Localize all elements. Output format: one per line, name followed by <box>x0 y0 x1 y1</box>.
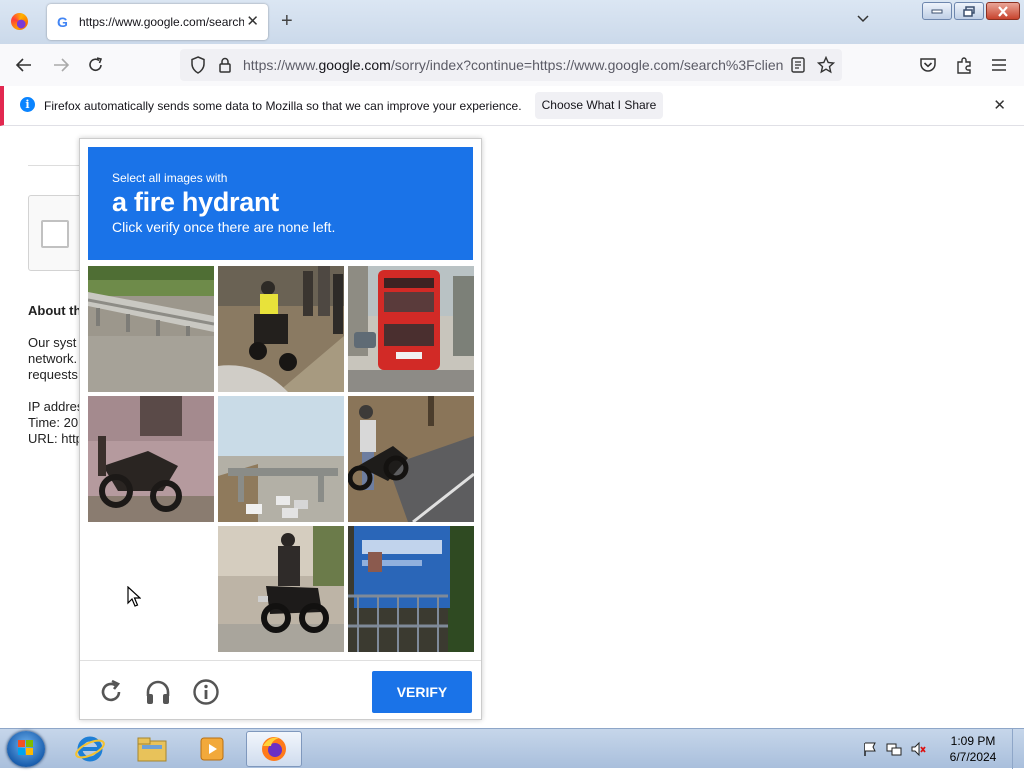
windows-taskbar: 1:09 PM 6/7/2024 <box>0 728 1024 769</box>
body-line: Our syst <box>28 335 77 350</box>
notification-text: Firefox automatically sends some data to… <box>44 99 522 113</box>
navigation-toolbar: https://www.google.com/sorry/index?conti… <box>0 44 1024 86</box>
google-favicon-icon: G <box>57 14 68 30</box>
data-collection-notification: i Firefox automatically sends some data … <box>0 86 1024 126</box>
reload-icon[interactable] <box>86 55 106 75</box>
challenge-target: a fire hydrant <box>112 187 279 217</box>
close-notification-icon[interactable]: ✕ <box>993 96 1006 114</box>
tile-motorcycle-wall[interactable] <box>88 396 214 522</box>
clock-time: 1:09 PM <box>950 734 996 748</box>
tracking-shield-icon[interactable] <box>188 55 208 75</box>
restore-icon[interactable] <box>954 2 984 20</box>
instruction-sub: Click verify once there are none left. <box>112 219 336 235</box>
tile-empty[interactable] <box>88 526 214 652</box>
challenge-footer: VERIFY <box>80 660 481 720</box>
network-icon[interactable] <box>886 741 902 757</box>
choose-what-i-share-button[interactable]: Choose What I Share <box>535 92 663 119</box>
close-window-icon[interactable] <box>986 2 1020 20</box>
file-explorer-icon[interactable] <box>124 731 180 767</box>
system-clock[interactable]: 1:09 PM 6/7/2024 <box>940 733 1006 765</box>
url-line: URL: http <box>28 431 83 446</box>
verify-button[interactable]: VERIFY <box>372 671 472 713</box>
time-line: Time: 20 <box>28 415 79 430</box>
tile-highway-overpass[interactable] <box>218 396 344 522</box>
tile-guardrail-road[interactable] <box>88 266 214 392</box>
instruction-small: Select all images with <box>112 171 228 185</box>
recaptcha-challenge-popup: Select all images with a fire hydrant Cl… <box>79 138 482 720</box>
tile-blue-sign[interactable] <box>348 526 474 652</box>
action-center-flag-icon[interactable] <box>862 741 878 757</box>
back-icon[interactable] <box>14 55 34 75</box>
window-controls <box>922 2 1020 20</box>
challenge-instructions: Select all images with a fire hydrant Cl… <box>88 147 473 260</box>
clock-date: 6/7/2024 <box>949 750 997 764</box>
internet-explorer-icon[interactable] <box>62 731 118 767</box>
forward-icon[interactable] <box>51 55 71 75</box>
help-info-icon[interactable] <box>192 678 220 706</box>
tab-list-chevron-icon[interactable] <box>856 12 870 26</box>
mouse-cursor-icon <box>127 586 141 607</box>
tab-title: https://www.google.com/search <box>79 15 244 29</box>
volume-muted-icon[interactable] <box>910 741 926 757</box>
about-heading: About th <box>28 303 82 318</box>
tile-motorcycle-riders[interactable] <box>218 266 344 392</box>
tile-person-motorcycle[interactable] <box>348 396 474 522</box>
tile-motorcycle-rider-street[interactable] <box>218 526 344 652</box>
tab-google-search[interactable]: G https://www.google.com/search ✕ <box>47 4 268 40</box>
url-bar[interactable]: https://www.google.com/sorry/index?conti… <box>180 49 842 81</box>
body-line: network. <box>28 351 78 366</box>
recaptcha-checkbox[interactable] <box>41 220 69 248</box>
extensions-icon[interactable] <box>954 55 974 75</box>
new-tab-icon[interactable]: + <box>281 10 293 32</box>
audio-challenge-headphones-icon[interactable] <box>144 678 172 706</box>
bookmark-star-icon[interactable] <box>816 55 836 75</box>
lock-icon[interactable] <box>215 55 235 75</box>
firefox-taskbar-button[interactable] <box>246 731 302 767</box>
url-text[interactable]: https://www.google.com/sorry/index?conti… <box>243 57 783 73</box>
reader-view-icon[interactable] <box>788 55 808 75</box>
system-tray <box>862 741 926 757</box>
tab-bar: G https://www.google.com/search ✕ + <box>0 0 1024 44</box>
reload-challenge-icon[interactable] <box>97 678 125 706</box>
hamburger-menu-icon[interactable] <box>989 55 1009 75</box>
firefox-logo-icon[interactable] <box>11 13 28 30</box>
show-desktop-button[interactable] <box>1012 729 1024 769</box>
info-icon: i <box>20 97 35 112</box>
body-line: requests <box>28 367 78 382</box>
media-player-icon[interactable] <box>184 731 240 767</box>
pocket-icon[interactable] <box>918 55 938 75</box>
tab-close-icon[interactable]: ✕ <box>246 13 259 31</box>
tile-red-bus[interactable] <box>348 266 474 392</box>
start-button-windows-icon[interactable] <box>7 731 45 767</box>
ip-address-line: IP addres <box>28 399 84 414</box>
minimize-icon[interactable] <box>922 2 952 20</box>
